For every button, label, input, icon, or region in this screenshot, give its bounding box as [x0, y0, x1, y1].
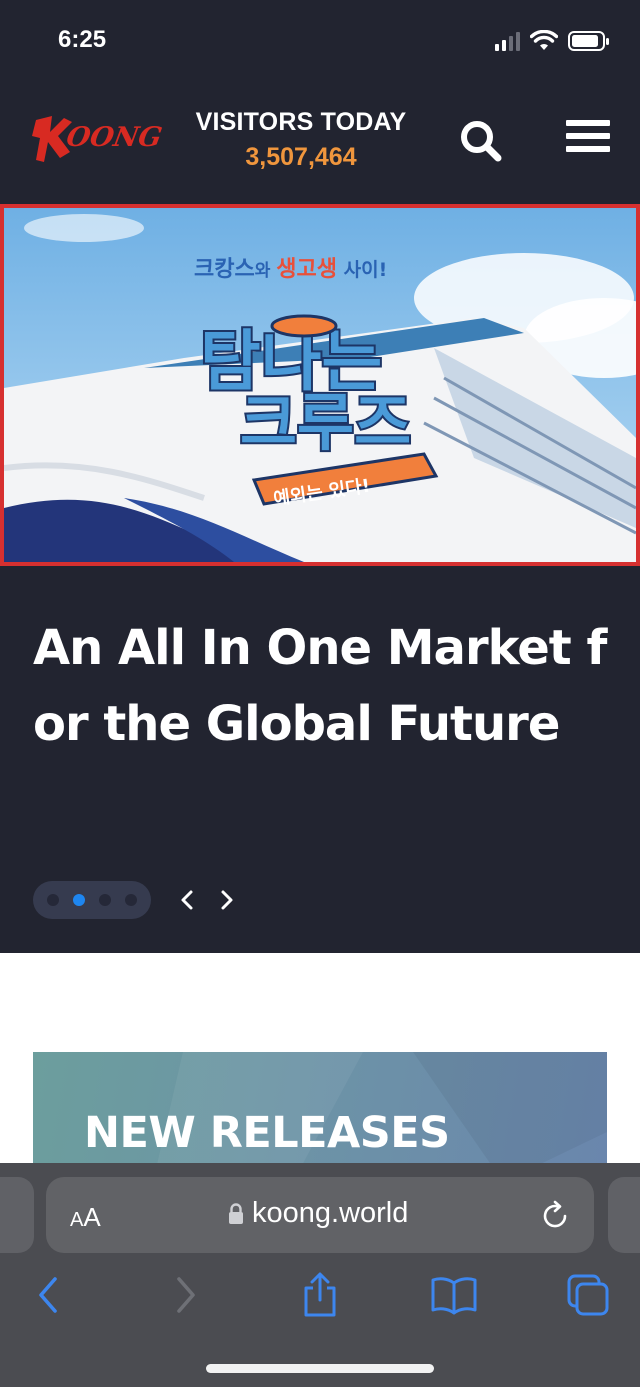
- tabs-button[interactable]: [564, 1271, 612, 1319]
- previous-slide-arrow-icon[interactable]: [176, 888, 200, 912]
- url-display[interactable]: koong.world: [228, 1197, 408, 1230]
- back-arrow-icon: [39, 1277, 57, 1313]
- visitors-counter: VISITORS TODAY 3,507,464: [193, 108, 409, 172]
- tabs-icon: [567, 1274, 609, 1316]
- book-icon: [431, 1277, 477, 1315]
- reader-options-button[interactable]: AA: [70, 1202, 101, 1233]
- new-releases-title: NEW RELEASES: [84, 1108, 450, 1158]
- koong-logo[interactable]: OONG: [30, 108, 190, 168]
- menu-button[interactable]: [566, 120, 610, 164]
- forward-arrow-icon: [177, 1277, 195, 1313]
- search-button[interactable]: [458, 118, 504, 164]
- status-icons: [495, 28, 610, 54]
- slide-dot-active[interactable]: [73, 894, 85, 906]
- hero-headline: An All In One Market for the Global Futu…: [33, 620, 607, 752]
- visitors-label: VISITORS TODAY: [195, 108, 407, 136]
- home-indicator[interactable]: [206, 1364, 434, 1373]
- banner-line1-c: 생고생: [276, 257, 337, 282]
- search-icon: [461, 121, 502, 162]
- banner-line1-d: 사이!: [337, 259, 387, 281]
- lock-icon: [229, 1202, 243, 1224]
- visitors-count: 3,507,464: [245, 143, 357, 171]
- status-time: 6:25: [58, 26, 107, 53]
- svg-text:OONG: OONG: [64, 121, 164, 153]
- svg-text:크캉스와 생고생 사이!: 크캉스와 생고생 사이!: [194, 257, 387, 282]
- browser-toolbar: AA koong.world: [0, 1163, 640, 1387]
- hamburger-line: [566, 133, 610, 139]
- banner-title-bottom: 크루즈: [240, 386, 411, 459]
- bookmarks-button[interactable]: [430, 1271, 478, 1319]
- banner-line1-a: 크캉스: [194, 257, 255, 282]
- forward-button[interactable]: [162, 1271, 210, 1319]
- back-button[interactable]: [24, 1271, 72, 1319]
- slide-dot[interactable]: [47, 894, 59, 906]
- slide-pagination[interactable]: [33, 881, 151, 919]
- banner-line1-b: 와: [255, 261, 277, 281]
- hamburger-line: [566, 120, 610, 126]
- slide-dot[interactable]: [125, 894, 137, 906]
- next-tab[interactable]: [608, 1177, 640, 1253]
- reload-icon[interactable]: [538, 1199, 572, 1233]
- address-bar[interactable]: AA koong.world: [46, 1177, 594, 1253]
- cellular-signal-icon: [495, 31, 520, 51]
- next-slide-arrow-icon[interactable]: [214, 888, 238, 912]
- previous-tab[interactable]: [0, 1177, 34, 1253]
- hamburger-line: [566, 146, 610, 152]
- share-icon: [304, 1272, 336, 1317]
- battery-icon: [568, 31, 609, 51]
- hero-banner[interactable]: 크캉스와 생고생 사이! 탐나는 크루즈 예외는 있다!: [0, 204, 640, 566]
- share-button[interactable]: [296, 1271, 344, 1319]
- slide-dot[interactable]: [99, 894, 111, 906]
- url-text: koong.world: [252, 1197, 409, 1229]
- wifi-icon: [530, 30, 558, 50]
